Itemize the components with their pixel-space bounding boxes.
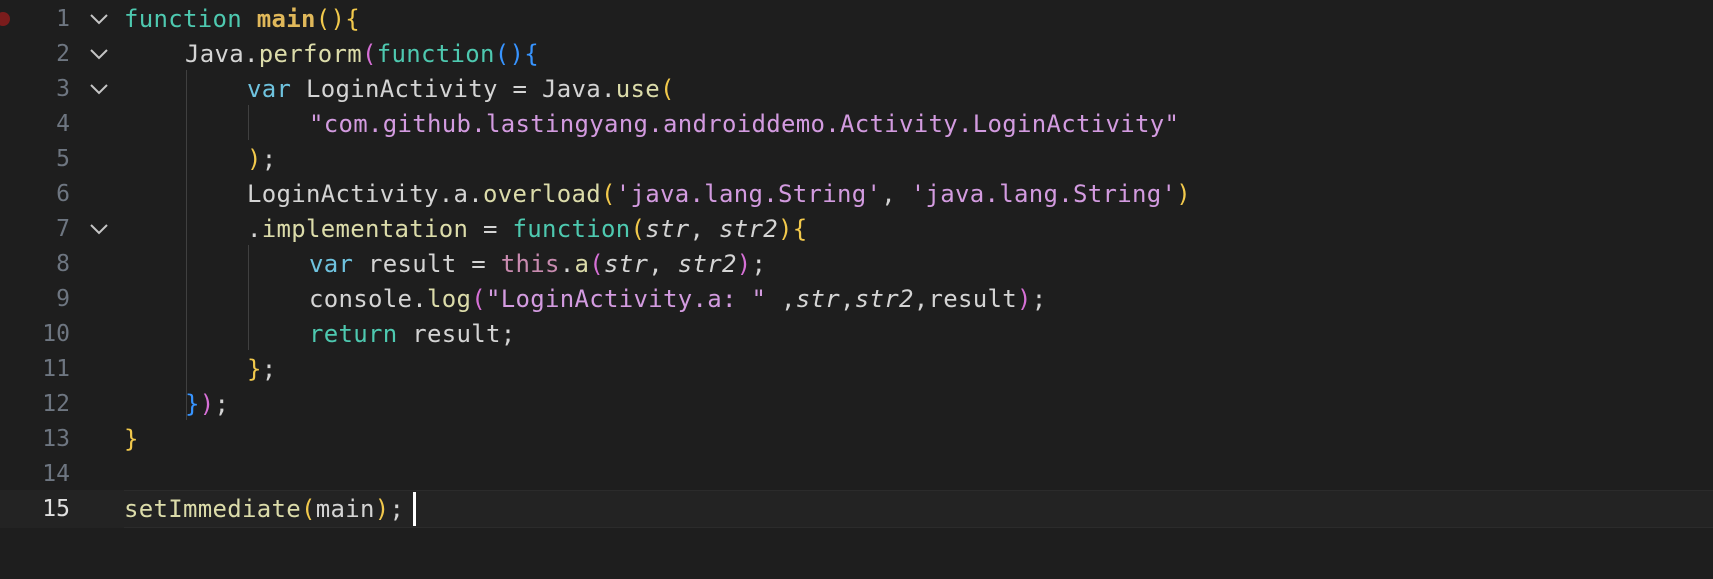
line-number: 4 <box>56 111 70 137</box>
code-line-7[interactable]: 7 .implementation = function(str, str2){ <box>0 210 1713 248</box>
line-number: 2 <box>56 41 70 67</box>
fold-chevron-down-icon[interactable] <box>88 219 110 239</box>
code-line-10[interactable]: 10 return result; <box>0 315 1713 353</box>
fold-chevron-down-icon[interactable] <box>88 79 110 99</box>
indent-guide <box>248 245 249 350</box>
code-text: console.log("LoginActivity.a: " ,str,str… <box>309 285 1047 313</box>
line-number: 10 <box>42 321 70 347</box>
code-editor[interactable]: 1 function main(){ 2 Java.perform(functi… <box>0 0 1713 579</box>
code-text: } <box>124 425 139 453</box>
line-number: 9 <box>56 286 70 312</box>
code-line-5[interactable]: 5 ); <box>0 140 1713 178</box>
code-text: setImmediate(main); <box>124 495 405 523</box>
indent-guide <box>186 70 187 420</box>
line-number: 3 <box>56 76 70 102</box>
line-number: 7 <box>56 216 70 242</box>
code-text: var result = this.a(str, str2); <box>309 250 767 278</box>
line-number: 8 <box>56 251 70 277</box>
code-line-6[interactable]: 6 LoginActivity.a.overload('java.lang.St… <box>0 175 1713 213</box>
line-number: 11 <box>42 356 70 382</box>
line-number: 1 <box>56 6 70 32</box>
code-text: var LoginActivity = Java.use( <box>247 75 675 103</box>
code-line-3[interactable]: 3 var LoginActivity = Java.use( <box>0 70 1713 108</box>
code-line-13[interactable]: 13 } <box>0 420 1713 458</box>
code-text: ); <box>247 145 277 173</box>
code-line-8[interactable]: 8 var result = this.a(str, str2); <box>0 245 1713 283</box>
text-cursor <box>413 492 416 526</box>
code-line-11[interactable]: 11 }; <box>0 350 1713 388</box>
code-text: function main(){ <box>124 5 360 33</box>
code-line-1[interactable]: 1 function main(){ <box>0 0 1713 38</box>
fold-chevron-down-icon[interactable] <box>88 44 110 64</box>
line-number: 15 <box>42 496 70 522</box>
code-line-14[interactable]: 14 <box>0 455 1713 493</box>
code-line-4[interactable]: 4 "com.github.lastingyang.androiddemo.Ac… <box>0 105 1713 143</box>
code-text: "com.github.lastingyang.androiddemo.Acti… <box>309 110 1180 138</box>
code-text: return result; <box>309 320 516 348</box>
code-text: }; <box>247 355 277 383</box>
code-line-15[interactable]: 15 setImmediate(main); <box>0 490 1713 528</box>
code-line-2[interactable]: 2 Java.perform(function(){ <box>0 35 1713 73</box>
indent-guide <box>248 105 249 140</box>
fold-chevron-down-icon[interactable] <box>88 9 110 29</box>
code-line-9[interactable]: 9 console.log("LoginActivity.a: " ,str,s… <box>0 280 1713 318</box>
code-text: Java.perform(function(){ <box>185 40 539 68</box>
line-number: 6 <box>56 181 70 207</box>
line-number: 12 <box>42 391 70 417</box>
line-number: 13 <box>42 426 70 452</box>
line-number: 14 <box>42 461 70 487</box>
code-text: LoginActivity.a.overload('java.lang.Stri… <box>247 180 1191 208</box>
code-text: .implementation = function(str, str2){ <box>247 215 808 243</box>
code-line-12[interactable]: 12 }); <box>0 385 1713 423</box>
code-text: }); <box>185 390 230 418</box>
line-number: 5 <box>56 146 70 172</box>
